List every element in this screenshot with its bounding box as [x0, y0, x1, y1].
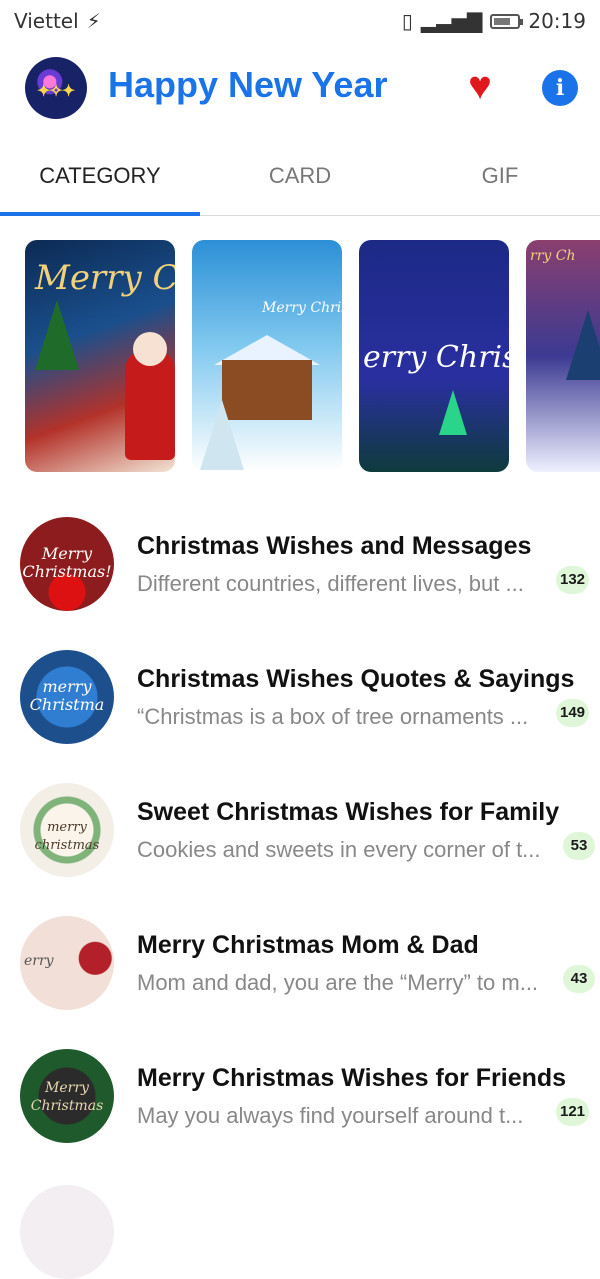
category-title: Merry Christmas Mom & Dad	[137, 931, 479, 959]
tab-card[interactable]: CARD	[200, 140, 400, 215]
category-avatar: erry	[20, 916, 114, 1010]
neon-tree-image	[439, 390, 467, 435]
info-icon[interactable]: i	[542, 70, 578, 106]
favorites-heart-icon[interactable]: ♥	[458, 64, 502, 108]
featured-carousel[interactable]: Merry C Merry Christmas erry Chris rry C…	[25, 240, 600, 472]
count-badge: 43	[563, 965, 595, 993]
app-logo: ✦✧✦	[25, 57, 87, 119]
tab-category[interactable]: CATEGORY	[0, 140, 200, 216]
count-badge: 149	[556, 699, 590, 727]
featured-card[interactable]: erry Chris	[359, 240, 509, 472]
category-title: Christmas Wishes Quotes & Sayings	[137, 665, 575, 693]
featured-card[interactable]: Merry Christmas	[192, 240, 342, 472]
category-subtitle: Different countries, different lives, bu…	[137, 571, 524, 596]
featured-card[interactable]: Merry C	[25, 240, 175, 472]
category-avatar: Merry Christmas!	[20, 517, 114, 611]
count-badge: 132	[556, 566, 590, 594]
list-item[interactable]: Merry Christmas Merry Christmas Wishes f…	[0, 1032, 600, 1165]
count-badge: 53	[563, 832, 595, 860]
category-subtitle: Cookies and sweets in every corner of t.…	[137, 837, 541, 862]
status-bar: Viettel ⚡ ▯ ▂▃▅▇ 20:19	[0, 0, 600, 42]
app-bar: ✦✧✦ Happy New Year ♥ i	[0, 52, 600, 128]
list-item[interactable]: Merry Christmas! Christmas Wishes and Me…	[0, 500, 600, 633]
christmas-tree-image	[35, 300, 79, 370]
category-title: Sweet Christmas Wishes for Family	[137, 798, 560, 826]
card-caption: Merry C	[35, 258, 175, 298]
card-caption: Merry Christmas	[262, 300, 342, 316]
list-item[interactable]: erry Merry Christmas Mom & Dad Mom and d…	[0, 899, 600, 1032]
category-subtitle: May you always find yourself around t...	[137, 1103, 524, 1128]
usb-icon: ⚡	[86, 9, 101, 33]
signal-icon: ▂▃▅▇	[420, 9, 483, 33]
category-title: Christmas Wishes and Messages	[137, 532, 532, 560]
category-title: Merry Christmas Wishes for Friends	[137, 1064, 567, 1092]
list-item[interactable]: merry christmas Sweet Christmas Wishes f…	[0, 766, 600, 899]
vibrate-icon: ▯	[401, 9, 413, 33]
clock-label: 20:19	[528, 9, 586, 33]
category-avatar: Merry Christmas	[20, 1049, 114, 1143]
tab-bar: CATEGORY CARD GIF	[0, 140, 600, 216]
category-subtitle: “Christmas is a box of tree ornaments ..…	[137, 704, 529, 729]
list-item[interactable]: merry Christma Christmas Wishes Quotes &…	[0, 633, 600, 766]
snowy-tree-image	[200, 400, 244, 470]
pine-tree-image	[566, 310, 600, 380]
tab-gif[interactable]: GIF	[400, 140, 600, 215]
battery-icon	[490, 13, 524, 29]
count-badge: 121	[556, 1098, 590, 1126]
category-subtitle: Mom and dad, you are the “Merry” to m...	[137, 970, 539, 995]
category-avatar: merry Christma	[20, 650, 114, 744]
category-avatar: merry christmas	[20, 783, 114, 877]
card-caption: rry Ch	[530, 248, 576, 264]
card-caption: erry Chris	[363, 340, 509, 375]
carrier-label: Viettel	[14, 9, 79, 33]
category-avatar[interactable]	[20, 1185, 114, 1279]
santa-image	[125, 332, 175, 460]
featured-card[interactable]: rry Ch	[526, 240, 600, 472]
app-title: Happy New Year	[108, 64, 388, 105]
